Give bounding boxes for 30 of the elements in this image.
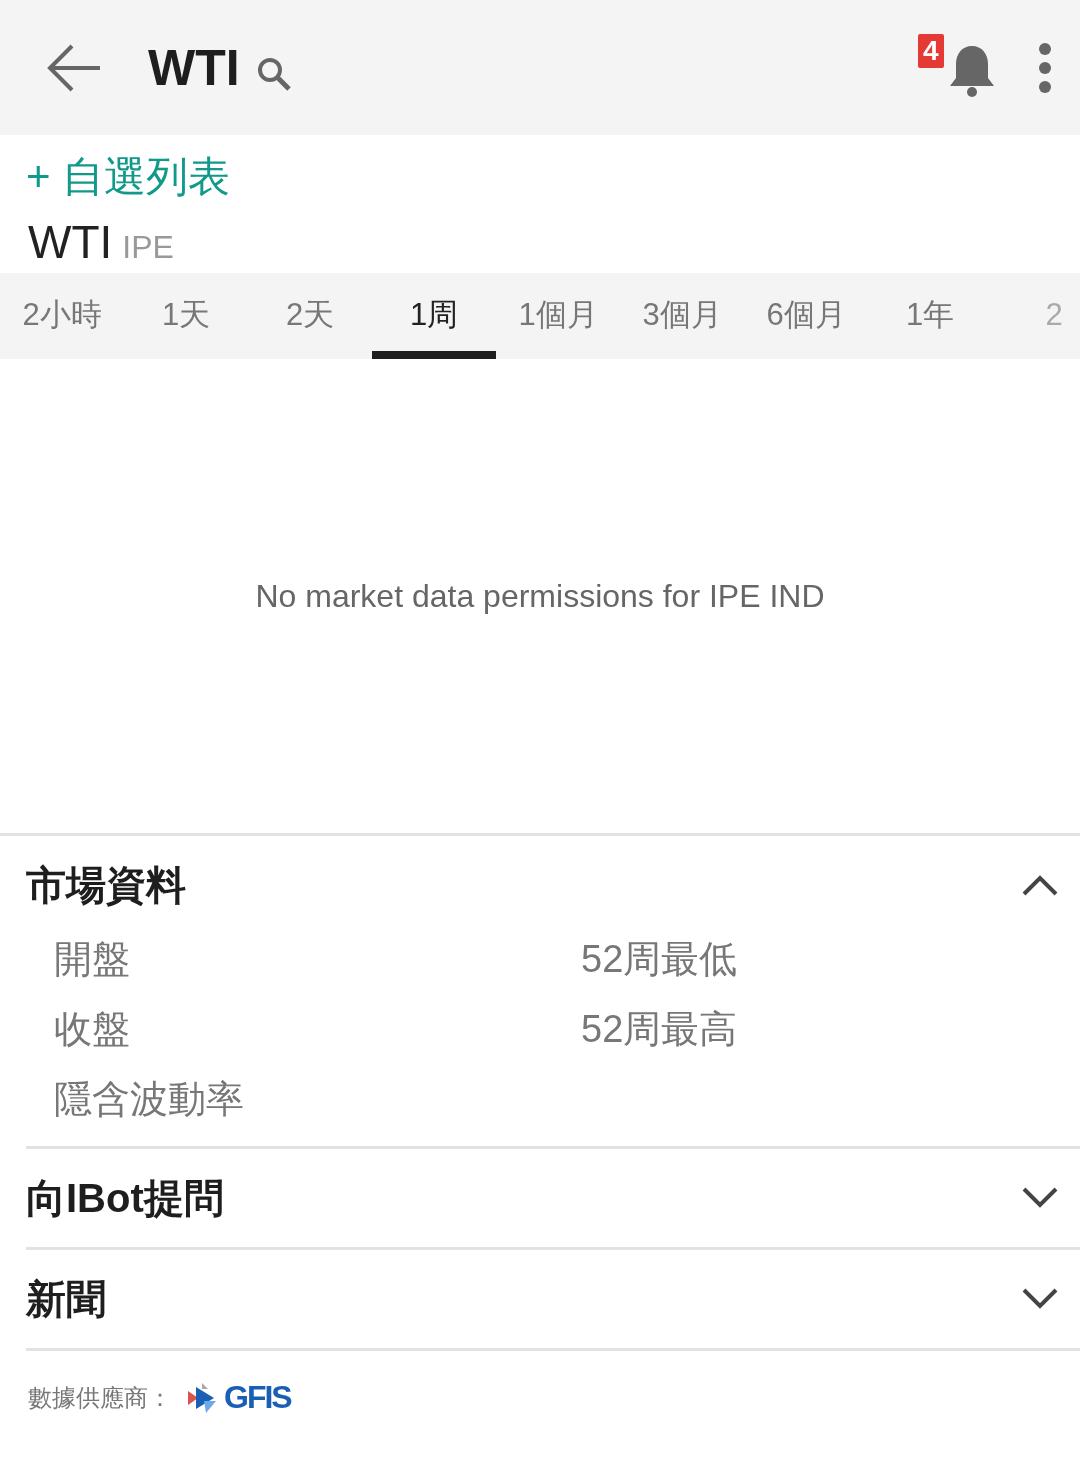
notification-badge: 4 — [918, 33, 944, 68]
symbol-name: WTI — [28, 215, 113, 269]
section-title[interactable]: 向IBot提問 — [26, 1170, 224, 1226]
field-label: 52周最高 — [581, 1007, 739, 1052]
period-tab[interactable]: 6個月 — [744, 273, 868, 359]
chevron-down-icon[interactable] — [1022, 1288, 1058, 1310]
period-tab[interactable]: 2小時 — [0, 273, 124, 359]
section-title[interactable]: 新聞 — [26, 1271, 106, 1327]
field-label: 52周最低 — [581, 937, 739, 982]
period-tab[interactable]: 3個月 — [620, 273, 744, 359]
chevron-up-icon[interactable] — [1022, 874, 1058, 896]
chevron-down-icon[interactable] — [1022, 1187, 1058, 1209]
period-tab[interactable]: 2 — [992, 273, 1080, 359]
page-title: WTI — [148, 38, 240, 97]
period-tab[interactable]: 1周 — [372, 273, 496, 359]
no-data-message: No market data permissions for IPE IND — [255, 577, 825, 615]
period-tab[interactable]: 1天 — [124, 273, 248, 359]
field-label: 隱含波動率 — [54, 1077, 245, 1122]
add-watchlist-link[interactable]: + 自選列表 — [0, 135, 257, 205]
provider-label: 數據供應商： — [28, 1382, 172, 1413]
field-label: 開盤 — [54, 937, 131, 982]
more-menu-icon[interactable] — [1038, 41, 1052, 94]
field-label: 收盤 — [54, 1007, 131, 1052]
search-icon[interactable] — [255, 55, 292, 92]
exchange-label: IPE — [122, 229, 174, 266]
provider-logo-text: GFIS — [224, 1379, 291, 1416]
section-title[interactable]: 市場資料 — [26, 857, 186, 913]
period-tab[interactable]: 1個月 — [496, 273, 620, 359]
period-tab[interactable]: 1年 — [868, 273, 992, 359]
period-tab[interactable]: 2天 — [248, 273, 372, 359]
